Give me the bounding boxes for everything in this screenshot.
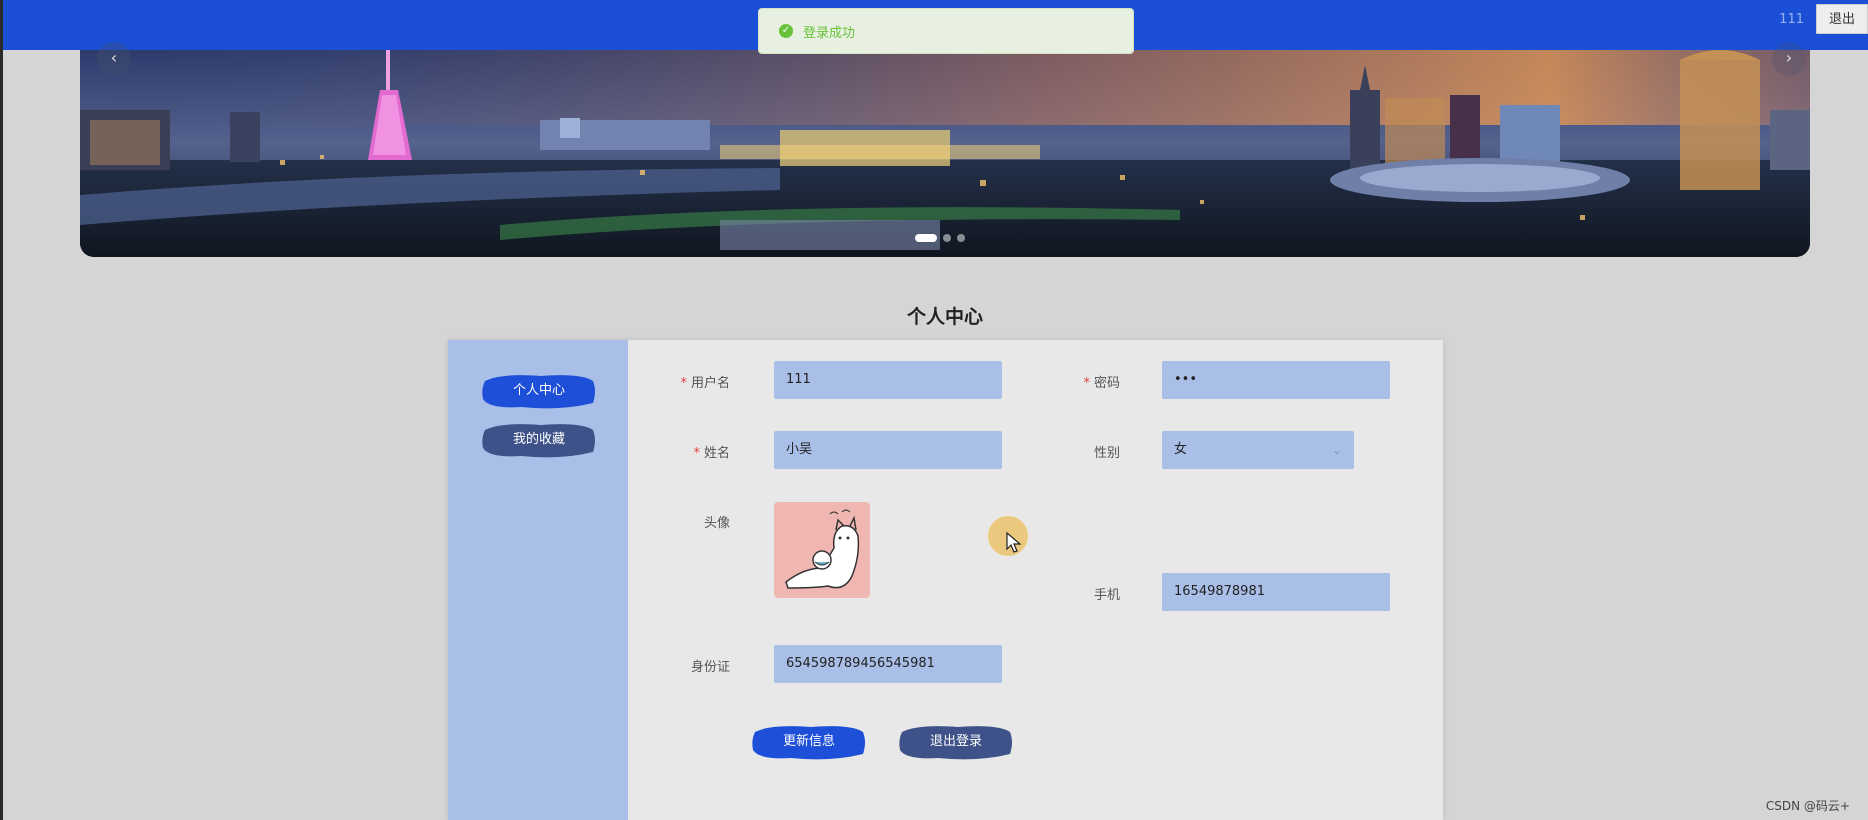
gender-select[interactable]: 女 ⌄ — [1162, 431, 1354, 469]
check-circle-icon: ✓ — [779, 24, 793, 38]
phone-input[interactable]: 16549878981 — [1162, 573, 1390, 611]
banner-carousel — [80, 50, 1810, 257]
phone-label: 手机 — [1093, 588, 1120, 603]
window-edge — [0, 0, 3, 820]
carousel-dot-3[interactable] — [957, 234, 965, 242]
carousel-indicators — [915, 234, 965, 242]
avatar-upload[interactable] — [774, 502, 870, 598]
profile-card: 个人中心 我的收藏 * 用户名 111 * 密码 ••• * 姓名 小吴 性别 女 ⌄… — [448, 340, 1443, 820]
idcard-label: 身份证 — [690, 660, 730, 675]
carousel-dot-1[interactable] — [915, 234, 937, 242]
toast-message: 登录成功 — [803, 25, 856, 41]
sidebar-item-profile[interactable]: 个人中心 — [481, 371, 597, 411]
name-input[interactable]: 小吴 — [774, 431, 1002, 469]
update-info-label: 更新信息 — [782, 734, 835, 749]
logout-button[interactable]: 退出登录 — [898, 722, 1014, 762]
username-input[interactable]: 111 — [774, 361, 1002, 399]
page-title: 个人中心 — [906, 306, 983, 328]
idcard-input[interactable]: 654598789456545981 — [774, 645, 1002, 683]
header-username: 111 — [1779, 12, 1804, 27]
watermark: CSDN @码云+ — [1765, 799, 1850, 813]
success-toast: ✓ 登录成功 — [758, 8, 1134, 54]
mouse-cursor-icon — [1006, 532, 1022, 553]
header-logout-button[interactable]: 退出 — [1816, 4, 1868, 34]
password-input[interactable]: ••• — [1162, 361, 1390, 399]
city-night-image — [80, 50, 1810, 257]
username-label: * 用户名 — [680, 376, 730, 391]
cat-sticker-image — [785, 509, 860, 589]
logout-label: 退出登录 — [929, 734, 982, 749]
update-info-button[interactable]: 更新信息 — [751, 722, 867, 762]
profile-sidebar: 个人中心 我的收藏 — [448, 340, 628, 820]
chevron-down-icon: ⌄ — [1331, 443, 1342, 457]
gender-value: 女 — [1174, 442, 1188, 457]
password-label: * 密码 — [1083, 376, 1120, 391]
carousel-next-button[interactable]: › — [1772, 42, 1806, 76]
sidebar-item-label: 个人中心 — [512, 383, 565, 398]
name-label: * 姓名 — [693, 446, 730, 461]
carousel-dot-2[interactable] — [943, 234, 951, 242]
avatar-label: 头像 — [703, 516, 730, 531]
gender-label: 性别 — [1093, 446, 1120, 461]
sidebar-item-label: 我的收藏 — [512, 432, 565, 447]
carousel-prev-button[interactable]: ‹ — [97, 42, 131, 76]
sidebar-item-favorites[interactable]: 我的收藏 — [481, 420, 597, 460]
